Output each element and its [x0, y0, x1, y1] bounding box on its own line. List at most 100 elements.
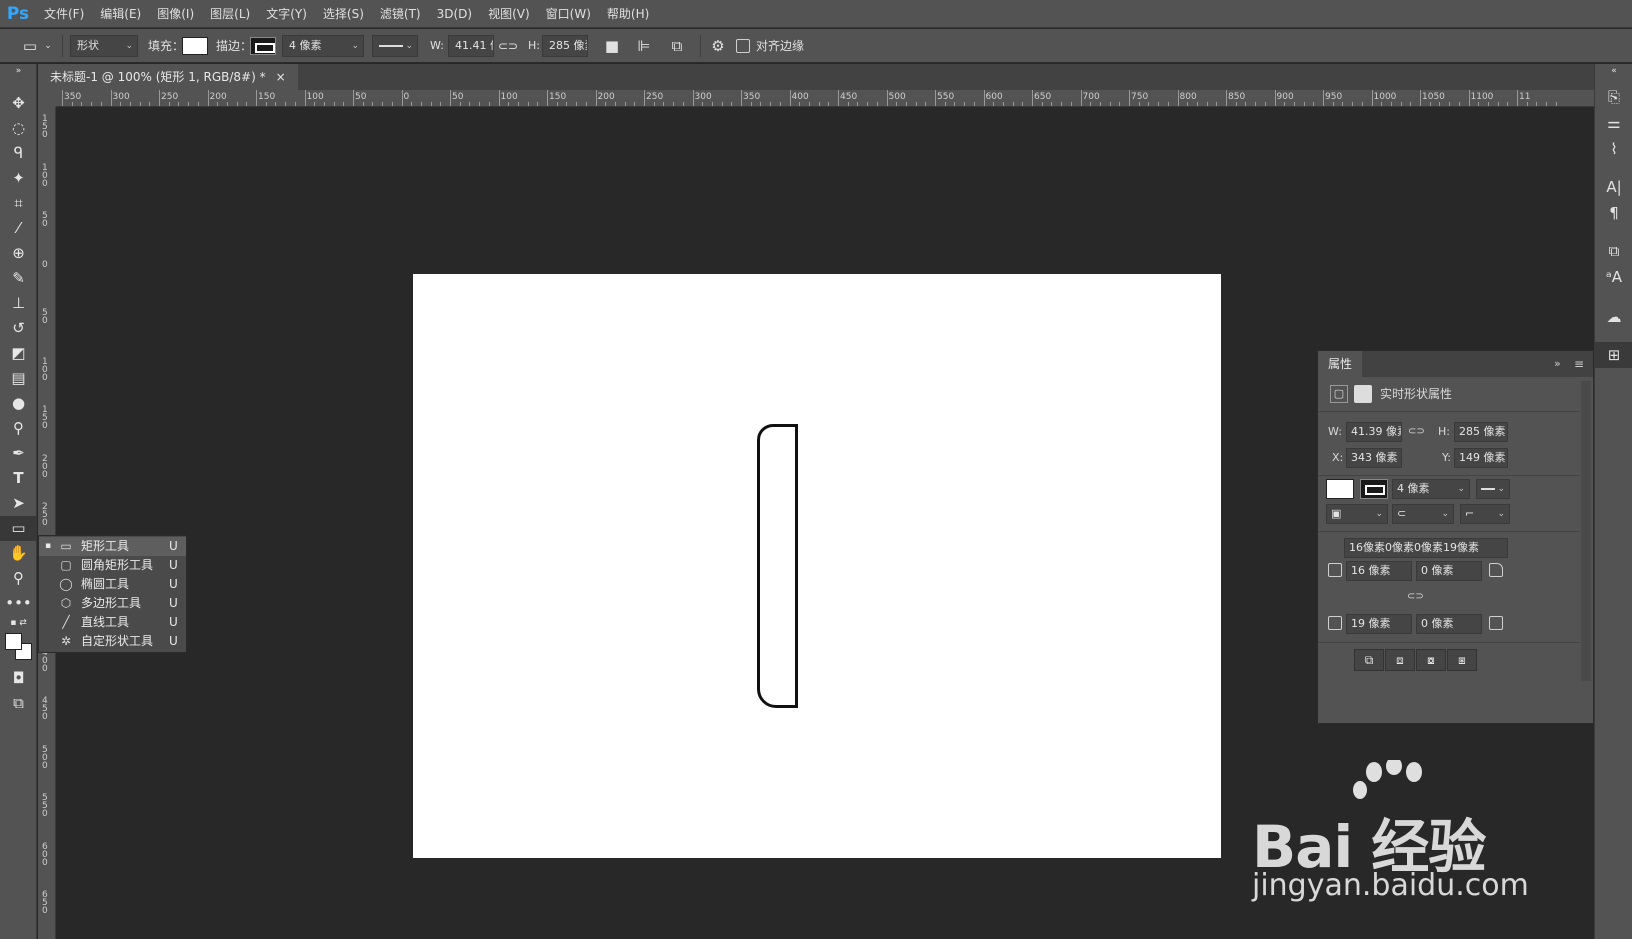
flyout-item[interactable]: ◯ 椭圆工具 U	[39, 575, 186, 594]
panel-menu-icon[interactable]: ≡	[1574, 351, 1584, 377]
properties-scrollbar[interactable]	[1581, 381, 1591, 681]
magic-wand-tool-icon[interactable]: ✦	[0, 166, 37, 191]
brush-presets-panel-icon[interactable]: ⌇	[1595, 136, 1632, 162]
clone-stamp-tool-icon[interactable]: ⊥	[0, 291, 37, 316]
hand-tool-icon[interactable]: ✋	[0, 541, 37, 566]
collapse-toolbar-icon[interactable]: »	[0, 64, 37, 78]
flyout-item[interactable]: ▪ ▭ 矩形工具 U	[39, 537, 186, 556]
tool-mode-select[interactable]: 形状 ⌄	[70, 35, 138, 57]
eyedropper-tool-icon[interactable]: ⁄	[0, 216, 37, 241]
path-operations-icon[interactable]: ■	[602, 29, 622, 63]
quick-mask-icon[interactable]: ◘	[0, 666, 37, 691]
properties-tab[interactable]: 属性	[1318, 351, 1363, 377]
combine-shapes-button[interactable]: ⧉	[1354, 649, 1384, 671]
link-icon[interactable]: ⊂⊃	[1408, 422, 1425, 442]
flyout-item[interactable]: ▢ 圆角矩形工具 U	[39, 556, 186, 575]
libraries-panel-icon[interactable]: ☁	[1595, 304, 1632, 330]
flyout-item[interactable]: ✲ 自定形状工具 U	[39, 632, 186, 651]
stroke-align-select[interactable]: ▣ ⌄	[1326, 504, 1388, 524]
foreground-color-swatch[interactable]	[5, 633, 22, 650]
document-canvas[interactable]	[413, 274, 1221, 858]
stroke-width-field[interactable]: 4 像素 ⌄	[282, 35, 364, 57]
link-corners-icon[interactable]: ⊂⊃	[1407, 587, 1424, 607]
shape-properties-icon[interactable]: ▢	[1330, 385, 1348, 403]
menu-layer[interactable]: 图层(L)	[202, 0, 258, 28]
corner-tr-field[interactable]: 0 像素	[1416, 561, 1482, 581]
align-edges-checkbox[interactable]	[736, 39, 750, 53]
chevron-down-icon[interactable]: ⌄	[42, 29, 54, 63]
pen-tool-icon[interactable]: ✒	[0, 441, 37, 466]
mask-properties-icon[interactable]	[1354, 385, 1372, 403]
menu-help[interactable]: 帮助(H)	[599, 0, 657, 28]
menu-select[interactable]: 选择(S)	[315, 0, 372, 28]
brush-tool-icon[interactable]: ✎	[0, 266, 37, 291]
gradient-tool-icon[interactable]: ▤	[0, 366, 37, 391]
corner-radius-summary-field[interactable]: 16像素0像素0像素19像素	[1344, 538, 1508, 558]
collapse-panel-icon[interactable]: »	[1554, 351, 1561, 377]
stroke-corners-select[interactable]: ⌐ ⌄	[1460, 504, 1510, 524]
flyout-item[interactable]: ⬡ 多边形工具 U	[39, 594, 186, 613]
screen-mode-icon[interactable]: ⧉	[0, 691, 37, 716]
prop-height-field[interactable]: 285 像素	[1454, 422, 1508, 442]
prop-x-field[interactable]: 343 像素	[1346, 448, 1402, 468]
menu-view[interactable]: 视图(V)	[480, 0, 538, 28]
path-arrangement-icon[interactable]: ⧉	[666, 29, 688, 63]
more-tools-icon[interactable]: •••	[0, 591, 37, 616]
menu-edit[interactable]: 编辑(E)	[92, 0, 149, 28]
intersect-shapes-button[interactable]: ⧇	[1416, 649, 1446, 671]
character-styles-icon[interactable]: ᵃA	[1595, 264, 1632, 290]
prop-stroke-type-select[interactable]: ⌄	[1476, 479, 1510, 499]
width-field[interactable]: 41.41 像	[448, 35, 494, 57]
exclude-shapes-button[interactable]: ⧆	[1447, 649, 1477, 671]
corner-bl-field[interactable]: 19 像素	[1346, 614, 1412, 634]
paragraph-panel-icon[interactable]: ¶	[1595, 200, 1632, 226]
height-field[interactable]: 285 像素	[542, 35, 588, 57]
move-tool-icon[interactable]: ✥	[0, 91, 37, 116]
menu-filter[interactable]: 滤镜(T)	[372, 0, 429, 28]
menu-3d[interactable]: 3D(D)	[429, 0, 480, 28]
prop-stroke-swatch[interactable]	[1360, 479, 1388, 499]
healing-brush-tool-icon[interactable]: ⊕	[0, 241, 37, 266]
subtract-shape-button[interactable]: ⧈	[1385, 649, 1415, 671]
path-selection-tool-icon[interactable]: ➤	[0, 491, 37, 516]
menu-file[interactable]: 文件(F)	[36, 0, 92, 28]
menu-image[interactable]: 图像(I)	[149, 0, 202, 28]
menu-type[interactable]: 文字(Y)	[258, 0, 315, 28]
menu-window[interactable]: 窗口(W)	[538, 0, 599, 28]
stroke-caps-select[interactable]: ⊂ ⌄	[1392, 504, 1454, 524]
rectangle-shape-layer[interactable]	[757, 424, 798, 708]
corner-tl-field[interactable]: 16 像素	[1346, 561, 1412, 581]
prop-stroke-width-field[interactable]: 4 像素 ⌄	[1392, 479, 1470, 499]
paragraph-styles-icon[interactable]: ⧉	[1595, 238, 1632, 264]
crop-tool-icon[interactable]: ⌗	[0, 191, 37, 216]
history-panel-icon[interactable]: ⎘	[1595, 84, 1632, 110]
character-panel-icon[interactable]: A|	[1595, 174, 1632, 200]
prop-width-field[interactable]: 41.39 像素	[1346, 422, 1402, 442]
corner-br-field[interactable]: 0 像素	[1416, 614, 1482, 634]
tool-preset-rectangle-icon[interactable]: ▭	[18, 29, 42, 63]
properties-panel-icon[interactable]: ⊞	[1595, 342, 1632, 368]
document-tab[interactable]: 未标题-1 @ 100% (矩形 1, RGB/8#) * ×	[38, 64, 298, 90]
type-tool-icon[interactable]: T	[0, 466, 37, 491]
lasso-tool-icon[interactable]: ᑫ	[0, 141, 37, 166]
blur-tool-icon[interactable]: ●	[0, 391, 37, 416]
flyout-item[interactable]: ╱ 直线工具 U	[39, 613, 186, 632]
eraser-tool-icon[interactable]: ◩	[0, 341, 37, 366]
stroke-type-select[interactable]: ⌄	[372, 35, 418, 57]
swap-colors-icon[interactable]: ▪ ⇄	[0, 616, 37, 630]
rectangle-tool-icon[interactable]: ▭	[0, 516, 37, 541]
stroke-swatch[interactable]	[250, 37, 276, 55]
gear-icon[interactable]: ⚙	[708, 29, 728, 63]
marquee-tool-icon[interactable]: ◌	[0, 116, 37, 141]
expand-panels-icon[interactable]: «	[1595, 64, 1632, 78]
history-brush-tool-icon[interactable]: ↺	[0, 316, 37, 341]
dodge-tool-icon[interactable]: ⚲	[0, 416, 37, 441]
path-alignment-icon[interactable]: ⊫	[634, 29, 654, 63]
adjustments-panel-icon[interactable]: ⚌	[1595, 110, 1632, 136]
prop-y-field[interactable]: 149 像素	[1454, 448, 1508, 468]
zoom-tool-icon[interactable]: ⚲	[0, 566, 37, 591]
prop-fill-swatch[interactable]	[1326, 479, 1354, 499]
close-icon[interactable]: ×	[276, 64, 286, 90]
link-icon[interactable]: ⊂⊃	[498, 29, 518, 63]
fill-swatch[interactable]	[182, 37, 208, 55]
